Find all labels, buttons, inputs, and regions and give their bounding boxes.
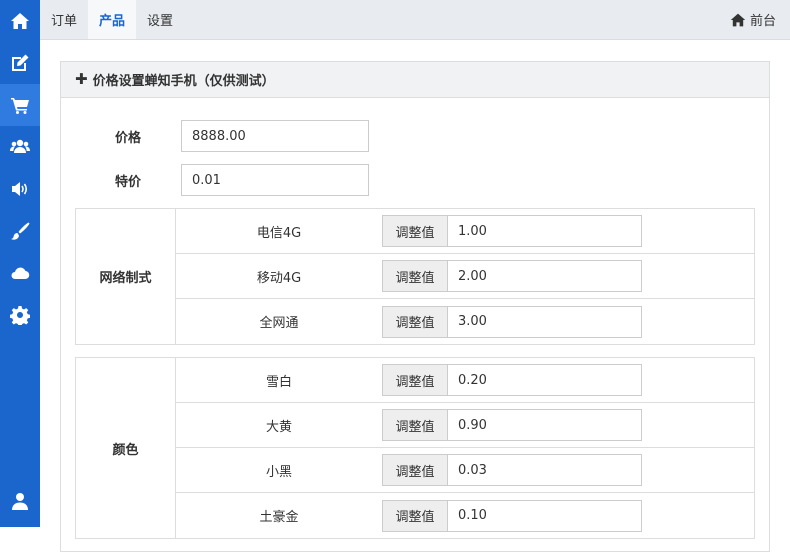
home-icon — [10, 11, 30, 31]
gear-icon — [10, 305, 30, 325]
adjust-addon: 调整值 — [382, 364, 447, 396]
adjust-input[interactable] — [447, 454, 642, 486]
volume-icon — [10, 179, 30, 199]
adjust-input[interactable] — [447, 306, 642, 338]
top-nav: 订单 产品 设置 前台 — [40, 0, 790, 40]
adjust-addon: 调整值 — [382, 260, 447, 292]
option-row: 雪白 调整值 — [176, 358, 754, 403]
panel-heading: ✚ 价格设置蝉知手机（仅供测试） — [61, 62, 769, 98]
front-link[interactable]: 前台 — [730, 0, 790, 39]
adjust-addon: 调整值 — [382, 409, 447, 441]
option-name: 小黑 — [176, 461, 382, 480]
sidebar-item-users[interactable] — [0, 126, 40, 168]
shopping-cart-icon — [10, 95, 30, 115]
group-label: 颜色 — [76, 358, 176, 538]
tab-settings[interactable]: 设置 — [136, 0, 184, 39]
adjust-input[interactable] — [447, 409, 642, 441]
option-name: 土豪金 — [176, 506, 382, 525]
sidebar-item-volume[interactable] — [0, 168, 40, 210]
sidebar-item-brush[interactable] — [0, 210, 40, 252]
panel-body: 价格 特价 网络制式 电信4G 调整值 — [61, 98, 769, 539]
special-price-row: 特价 — [75, 164, 755, 196]
sidebar-item-user[interactable] — [0, 480, 40, 522]
sidebar-item-home[interactable] — [0, 0, 40, 42]
tab-orders[interactable]: 订单 — [40, 0, 88, 39]
option-row: 电信4G 调整值 — [176, 209, 754, 254]
sidebar-item-cart[interactable] — [0, 84, 40, 126]
option-row: 移动4G 调整值 — [176, 254, 754, 299]
price-row: 价格 — [75, 120, 755, 152]
option-name: 全网通 — [176, 312, 382, 331]
special-price-input[interactable] — [181, 164, 369, 196]
sidebar-item-cloud[interactable] — [0, 252, 40, 294]
option-name: 电信4G — [176, 222, 382, 241]
attribute-group-color: 颜色 雪白 调整值 大黄 调整值 — [75, 357, 755, 539]
adjust-input[interactable] — [447, 215, 642, 247]
adjust-input[interactable] — [447, 260, 642, 292]
users-icon — [10, 137, 30, 157]
cloud-icon — [10, 263, 30, 283]
option-name: 大黄 — [176, 416, 382, 435]
price-settings-panel: ✚ 价格设置蝉知手机（仅供测试） 价格 特价 网络制式 电信4G 调整值 — [60, 61, 770, 552]
adjust-addon: 调整值 — [382, 306, 447, 338]
adjust-input[interactable] — [447, 364, 642, 396]
user-icon — [10, 491, 30, 511]
attribute-group-network: 网络制式 电信4G 调整值 移动4G 调整值 — [75, 208, 755, 345]
group-label: 网络制式 — [76, 209, 176, 344]
panel-title: 价格设置蝉知手机（仅供测试） — [93, 70, 275, 89]
option-name: 移动4G — [176, 267, 382, 286]
tab-products[interactable]: 产品 — [88, 0, 136, 39]
special-price-label: 特价 — [75, 171, 181, 190]
sidebar — [0, 0, 40, 527]
option-row: 大黄 调整值 — [176, 403, 754, 448]
price-input[interactable] — [181, 120, 369, 152]
edit-icon — [10, 53, 30, 73]
main-content: ✚ 价格设置蝉知手机（仅供测试） 价格 特价 网络制式 电信4G 调整值 — [40, 40, 790, 527]
brush-icon — [10, 221, 30, 241]
option-row: 土豪金 调整值 — [176, 493, 754, 538]
price-label: 价格 — [75, 127, 181, 146]
sidebar-item-edit[interactable] — [0, 42, 40, 84]
front-link-label: 前台 — [750, 10, 776, 29]
adjust-addon: 调整值 — [382, 215, 447, 247]
adjust-addon: 调整值 — [382, 454, 447, 486]
sidebar-item-settings[interactable] — [0, 294, 40, 336]
option-row: 全网通 调整值 — [176, 299, 754, 344]
home-icon — [730, 12, 746, 28]
option-name: 雪白 — [176, 371, 382, 390]
plus-icon: ✚ — [75, 72, 88, 87]
option-row: 小黑 调整值 — [176, 448, 754, 493]
